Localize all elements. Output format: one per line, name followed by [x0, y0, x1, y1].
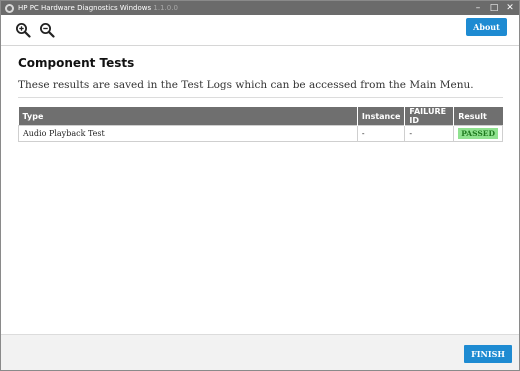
- column-header-failure-id: FAILURE ID: [404, 107, 455, 126]
- window-title-text: HP PC Hardware Diagnostics Windows: [18, 4, 152, 12]
- results-table: Type Instance FAILURE ID Result Audio Pl…: [18, 107, 503, 142]
- page-description: These results are saved in the Test Logs…: [18, 79, 474, 91]
- maximize-button[interactable]: □: [489, 1, 499, 15]
- column-header-type: Type: [18, 107, 358, 126]
- table-header-row: Type Instance FAILURE ID Result: [18, 107, 503, 126]
- window-version: 1.1.0.0: [153, 4, 178, 12]
- zoom-in-icon: [16, 23, 31, 38]
- cell-type: Audio Playback Test: [18, 125, 358, 142]
- title-bar[interactable]: HP PC Hardware Diagnostics Windows 1.1.0…: [1, 1, 519, 15]
- close-button[interactable]: ✕: [505, 1, 515, 15]
- zoom-in-button[interactable]: [15, 22, 31, 38]
- zoom-out-button[interactable]: [39, 22, 55, 38]
- cell-result: PASSED: [453, 125, 503, 142]
- cell-instance: -: [356, 125, 406, 142]
- window-controls: – □ ✕: [473, 1, 515, 15]
- window-title: HP PC Hardware Diagnostics Windows 1.1.0…: [18, 1, 178, 15]
- status-badge: PASSED: [458, 128, 498, 139]
- column-header-result: Result: [453, 107, 503, 126]
- hp-logo-icon: [5, 3, 14, 13]
- minimize-button[interactable]: –: [473, 1, 483, 15]
- divider: [18, 97, 503, 98]
- page-title: Component Tests: [18, 56, 135, 70]
- app-window: HP PC Hardware Diagnostics Windows 1.1.0…: [0, 0, 520, 371]
- footer-bar: FINISH: [1, 334, 519, 370]
- column-header-instance: Instance: [357, 107, 406, 126]
- about-button[interactable]: About: [466, 18, 507, 36]
- zoom-out-icon: [40, 23, 55, 38]
- finish-button[interactable]: FINISH: [464, 345, 512, 363]
- table-row: Audio Playback Test - - PASSED: [18, 125, 503, 142]
- cell-failure-id: -: [404, 125, 455, 142]
- toolbar: About: [1, 15, 519, 46]
